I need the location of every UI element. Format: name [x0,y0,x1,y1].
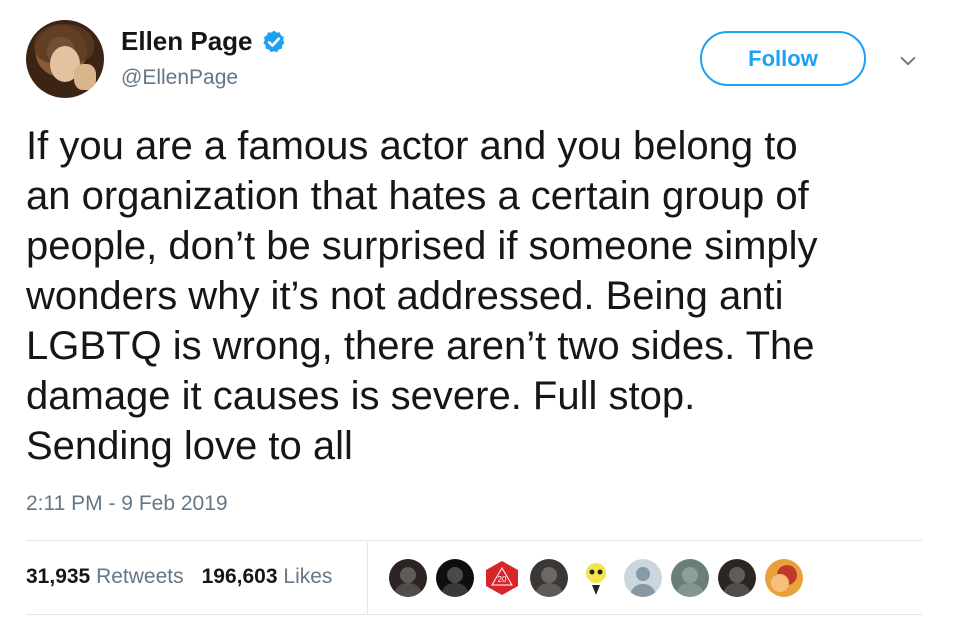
tweet-text: If you are a famous actor and you belong… [26,124,818,468]
likes-label: Likes [283,565,333,588]
divider [367,542,368,614]
author-name-row[interactable]: Ellen Page [121,26,287,57]
author-handle[interactable]: @EllenPage [121,66,238,90]
likes-stat[interactable]: 196,603 Likes [202,565,333,589]
likers-avatars: 20 [389,559,803,597]
verified-badge-icon [262,30,284,52]
author-avatar[interactable] [26,20,104,98]
tweet-stats: 31,935 Retweets 196,603 Likes [26,565,332,589]
avatar-cartoon-yellow[interactable] [577,559,615,597]
retweets-label: Retweets [96,565,184,588]
follow-button[interactable]: Follow [700,31,866,86]
avatar-woman-dark-hair[interactable] [389,559,427,597]
avatar-orange-portrait[interactable] [765,559,803,597]
chevron-down-icon[interactable] [897,50,919,72]
avatar-dark-portrait[interactable] [436,559,474,597]
retweets-stat[interactable]: 31,935 Retweets [26,565,184,589]
avatar-night-scene[interactable] [530,559,568,597]
likes-count: 196,603 [201,565,278,588]
avatar-red-d20-die[interactable]: 20 [483,559,521,597]
retweets-count: 31,935 [26,565,91,588]
avatar-group-photo[interactable] [671,559,709,597]
avatar-hand [74,64,96,90]
tweet-timestamp[interactable]: 2:11 PM - 9 Feb 2019 [26,492,228,516]
divider [26,614,922,615]
avatar-default-silhouette[interactable] [624,559,662,597]
d20-number: 20 [498,575,507,584]
divider [26,540,922,541]
avatar-woman-portrait[interactable] [718,559,756,597]
author-name[interactable]: Ellen Page [121,26,253,57]
